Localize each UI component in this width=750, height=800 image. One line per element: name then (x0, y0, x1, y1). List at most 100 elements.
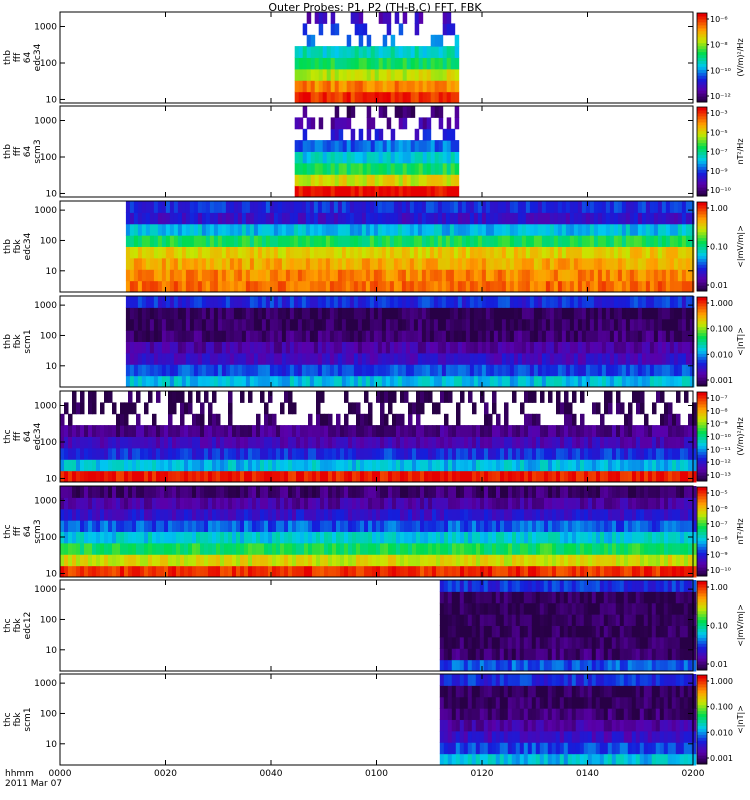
spectrogram-cell (664, 447, 669, 460)
spectrogram-cell (480, 520, 485, 532)
spectrogram-cell (314, 80, 320, 93)
spectrogram-cell (60, 565, 65, 578)
spectrogram-cell (389, 307, 395, 320)
spectrogram-cell (496, 520, 501, 532)
spectrogram-cell (332, 565, 337, 578)
spectrogram-cell (529, 201, 535, 213)
spectrogram-cell (244, 520, 249, 532)
spectrogram-cell (517, 341, 523, 354)
spectrogram-cell (440, 508, 445, 521)
spectrogram-cell (365, 318, 371, 331)
spectrogram-cell (434, 162, 440, 175)
spectrogram-cell (521, 296, 527, 308)
spectrogram-cell (204, 391, 209, 403)
spectrogram-cell (306, 68, 312, 81)
spectrogram-cell (220, 554, 225, 567)
spectrogram-cell (229, 223, 235, 236)
spectrogram-cell (569, 341, 575, 354)
spectrogram-cell (264, 497, 269, 510)
spectrogram-cell (537, 280, 543, 293)
spectrogram-cell (168, 486, 173, 498)
spectrogram-cell (521, 307, 527, 320)
spectrogram-cell (525, 223, 531, 236)
y-tick-label: 10 (46, 95, 58, 105)
spectrogram-cell (584, 425, 589, 437)
spectrogram-cell (313, 352, 319, 365)
y-tick-label: 10 (46, 474, 58, 484)
spectrogram-cell (280, 497, 285, 510)
spectrogram-cell (221, 296, 227, 308)
spectrogram-cell (516, 425, 521, 437)
spectrogram-cell (613, 246, 619, 259)
spectrogram-cell (533, 352, 539, 365)
spectrogram-cell (616, 447, 621, 460)
spectrogram-cell (353, 352, 359, 365)
spectrogram-cell (597, 341, 603, 354)
spectrogram-cell (337, 212, 343, 225)
spectrogram-cell (425, 280, 431, 293)
spectrogram-cell (645, 352, 651, 365)
spectrogram-cell (469, 235, 475, 247)
spectrogram-cell (245, 201, 251, 213)
spectrogram-cell (517, 330, 523, 342)
spectrogram-cell (133, 280, 139, 293)
spectrogram-cell (309, 235, 315, 247)
spectrogram-cell (192, 470, 197, 483)
spectrogram-cell (292, 402, 297, 415)
spectrogram-cell (420, 565, 425, 578)
spectrogram-cell (386, 185, 392, 198)
spectrogram-cell (648, 459, 653, 472)
spectrogram-cell (297, 341, 303, 354)
spectrogram-cell (372, 520, 377, 532)
spectrogram-cell (492, 391, 497, 403)
spectrogram-cell (326, 140, 332, 152)
spectrogram-cell (401, 352, 407, 365)
spectrogram-cell (429, 280, 435, 293)
spectrogram-cell (604, 436, 609, 449)
spectrogram-cell (485, 375, 491, 388)
spectrogram-cell (332, 508, 337, 521)
spectrogram-cell (173, 352, 179, 365)
spectrogram-cell (497, 269, 503, 282)
spectrogram-cell (168, 497, 173, 510)
spectrogram-cell (584, 447, 589, 460)
spectrogram-cell (641, 246, 647, 259)
spectrogram-cell (688, 459, 693, 472)
spectrogram-cell (504, 436, 509, 449)
spectrogram-cell (229, 280, 235, 293)
spectrogram-cell (64, 402, 69, 415)
spectrogram-cell (156, 391, 161, 403)
spectrogram-cell (318, 174, 324, 187)
spectrogram-cell (149, 269, 155, 282)
spectrogram-cell (565, 257, 571, 270)
spectrogram-cell (434, 46, 440, 58)
spectrogram-cell (421, 257, 427, 270)
spectrogram-cell (516, 470, 521, 483)
spectrogram-cell (442, 185, 448, 198)
spectrogram-cell (352, 531, 357, 544)
spectrogram-cell (481, 223, 487, 236)
spectrogram-cell (533, 223, 539, 236)
spectrogram-cell (293, 212, 299, 225)
spectrogram-cell (225, 257, 231, 270)
spectrogram-cell (244, 447, 249, 460)
spectrogram-cell (280, 470, 285, 483)
spectrogram-cell (144, 425, 149, 437)
spectrogram-cell (629, 269, 635, 282)
spectrogram-cell (481, 375, 487, 388)
spectrogram-cell (196, 413, 201, 426)
colorbar-segment (697, 359, 707, 363)
spectrogram-cell (641, 375, 647, 388)
spectrogram-cell (673, 341, 679, 354)
spectrogram-cell (398, 151, 404, 164)
spectrogram-cell (157, 341, 163, 354)
spectrogram-cell (357, 352, 363, 365)
spectrogram-cell (669, 269, 675, 282)
colorbar-segment (697, 380, 707, 384)
spectrogram-cell (437, 280, 443, 293)
spectrogram-cell (272, 508, 277, 521)
spectrogram-cell (405, 269, 411, 282)
spectrogram-cell (294, 185, 300, 198)
spectrogram-cell (421, 364, 427, 377)
spectrogram-cell (441, 223, 447, 236)
